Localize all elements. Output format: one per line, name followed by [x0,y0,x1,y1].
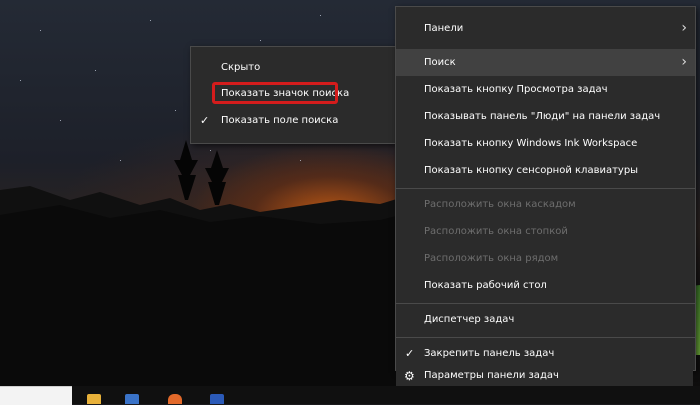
red-highlight-box [212,82,338,104]
firefox-icon[interactable] [168,394,182,404]
check-icon: ✓ [200,114,210,127]
menu-item-side-by-side: Расположить окна рядом [396,245,695,272]
menu-item-touch-keyboard[interactable]: Показать кнопку сенсорной клавиатуры [396,157,695,184]
menu-item-label: Диспетчер задач [424,314,515,325]
menu-item-task-view[interactable]: Показать кнопку Просмотра задач [396,76,695,103]
menu-item-label: Параметры панели задач [424,370,559,381]
menu-item-label: Показать кнопку Windows Ink Workspace [424,138,638,149]
search-submenu: Скрыто Показать значок поиска ✓ Показать… [190,46,397,144]
menu-item-cascade: Расположить окна каскадом [396,191,695,218]
gear-icon: ⚙ [404,369,415,383]
menu-item-task-manager[interactable]: Диспетчер задач [396,306,695,333]
menu-item-label: Расположить окна каскадом [424,199,576,210]
submenu-item-label: Показать поле поиска [221,115,339,126]
submenu-item-hidden[interactable]: Скрыто [191,54,396,81]
menu-item-lock-taskbar[interactable]: ✓ Закрепить панель задач [396,340,695,367]
menu-item-panels[interactable]: Панели › [396,15,695,42]
menu-item-label: Панели [424,23,464,34]
menu-item-search[interactable]: Поиск › [396,49,695,76]
menu-item-label: Поиск [424,57,456,68]
word-icon[interactable] [210,394,224,404]
menu-separator [396,303,695,304]
menu-item-label: Закрепить панель задач [424,348,555,359]
menu-item-ink-workspace[interactable]: Показать кнопку Windows Ink Workspace [396,130,695,157]
menu-item-people[interactable]: Показывать панель "Люди" на панели задач [396,103,695,130]
menu-separator [396,188,695,189]
menu-item-show-desktop[interactable]: Показать рабочий стол [396,272,695,299]
chevron-right-icon: › [681,54,687,70]
check-icon: ✓ [405,347,415,360]
chevron-right-icon: › [681,20,687,36]
menu-item-label: Показать кнопку Просмотра задач [424,84,608,95]
taskbar[interactable] [0,386,700,404]
taskbar-context-menu: Панели › Поиск › Показать кнопку Просмот… [395,6,696,371]
menu-item-label: Расположить окна рядом [424,253,559,264]
app-icon[interactable] [125,394,139,404]
menu-item-label: Расположить окна стопкой [424,226,568,237]
file-explorer-icon[interactable] [87,394,101,404]
submenu-item-show-search-box[interactable]: ✓ Показать поле поиска [191,107,396,134]
menu-item-label: Показать рабочий стол [424,280,547,291]
taskbar-search-box[interactable] [0,386,72,405]
menu-item-label: Показать кнопку сенсорной клавиатуры [424,165,639,176]
menu-item-taskbar-settings[interactable]: ⚙ Параметры панели задач [396,366,693,386]
submenu-item-label: Скрыто [221,62,261,73]
menu-item-label: Показывать панель "Люди" на панели задач [424,111,661,122]
menu-item-stacked: Расположить окна стопкой [396,218,695,245]
menu-separator [396,337,695,338]
